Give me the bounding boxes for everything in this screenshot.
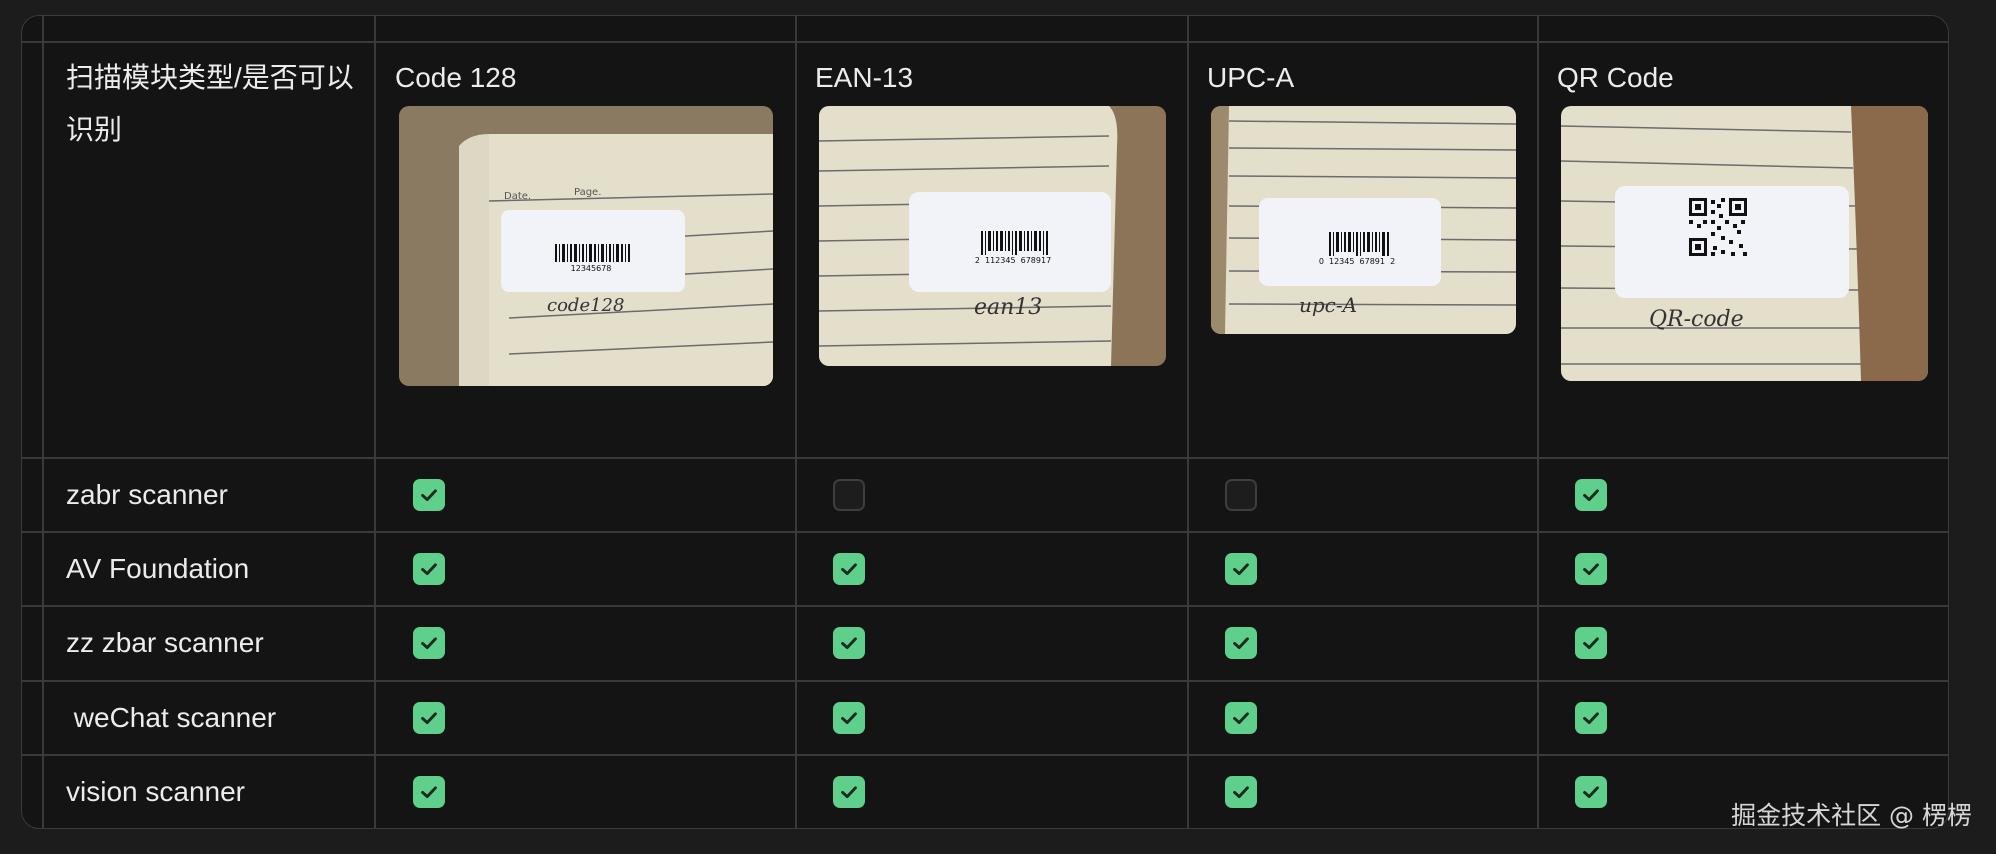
checkbox-upca[interactable]: [1225, 627, 1257, 659]
checkbox-code128[interactable]: [413, 553, 445, 585]
checkbox-qrcode[interactable]: [1575, 553, 1607, 585]
column-header-code128: Code 128: [395, 62, 517, 93]
grid-line: [374, 16, 376, 828]
checkbox-qrcode[interactable]: [1575, 479, 1607, 511]
code128-sample-photo: Date. Page. 12345678 code128: [399, 106, 773, 386]
checkbox-code128[interactable]: [413, 479, 445, 511]
row-label: vision scanner: [66, 776, 245, 807]
checkmark-icon: [418, 484, 440, 506]
ean13-handwriting: ean13: [974, 295, 1042, 320]
grid-line: [22, 680, 1948, 682]
corner-header: 扫描模块类型/是否可以识别: [66, 62, 354, 145]
code128-digits: 12345678: [571, 264, 612, 273]
checkmark-icon: [1230, 558, 1252, 580]
watermark: 掘金技术社区 @ 楞楞: [1731, 801, 1972, 830]
checkbox-code128[interactable]: [413, 702, 445, 734]
checkbox-qrcode[interactable]: [1575, 627, 1607, 659]
checkbox-code128[interactable]: [413, 627, 445, 659]
checkbox-qrcode[interactable]: [1575, 702, 1607, 734]
checkmark-icon: [1230, 632, 1252, 654]
checkmark-icon: [838, 558, 860, 580]
grid-line: [795, 16, 797, 828]
upca-digits: 0 12345 67891 2: [1319, 257, 1395, 266]
grid-line: [1537, 16, 1539, 828]
checkbox-ean13[interactable]: [833, 702, 865, 734]
checkmark-icon: [1580, 484, 1602, 506]
checkmark-icon: [1580, 781, 1602, 803]
checkmark-icon: [418, 707, 440, 729]
row-label: zz zbar scanner: [66, 627, 264, 658]
checkbox-ean13[interactable]: [833, 479, 865, 511]
grid-line: [42, 16, 44, 828]
row-label: weChat scanner: [66, 702, 277, 733]
checkbox-code128[interactable]: [413, 776, 445, 808]
checkmark-icon: [1580, 707, 1602, 729]
checkmark-icon: [1580, 632, 1602, 654]
checkbox-upca[interactable]: [1225, 479, 1257, 511]
checkbox-ean13[interactable]: [833, 627, 865, 659]
grid-line: [22, 457, 1948, 459]
column-header-qrcode: QR Code: [1557, 62, 1674, 93]
checkbox-ean13[interactable]: [833, 776, 865, 808]
comparison-table: 扫描模块类型/是否可以识别 Code 128 EAN-13 UPC-A QR C…: [21, 15, 1949, 829]
code128-handwriting: code128: [547, 295, 624, 316]
checkmark-icon: [1230, 707, 1252, 729]
upca-handwriting: upc-A: [1299, 293, 1357, 317]
qrcode-sample-photo: QR-code: [1561, 106, 1928, 381]
ean13-digits: 2 112345 678917: [975, 256, 1051, 265]
checkmark-icon: [418, 558, 440, 580]
photo-date-label: Date.: [504, 191, 531, 202]
grid-line: [22, 605, 1948, 607]
grid-line: [1187, 16, 1189, 828]
checkmark-icon: [418, 632, 440, 654]
grid-line: [22, 754, 1948, 756]
checkmark-icon: [1230, 781, 1252, 803]
ean13-sample-photo: 2 112345 678917 ean13: [819, 106, 1166, 366]
qrcode-handwriting: QR-code: [1649, 307, 1744, 332]
checkmark-icon: [418, 781, 440, 803]
checkbox-qrcode[interactable]: [1575, 776, 1607, 808]
checkmark-icon: [1580, 558, 1602, 580]
checkbox-ean13[interactable]: [833, 553, 865, 585]
column-header-upca: UPC-A: [1207, 62, 1295, 93]
grid-line: [22, 531, 1948, 533]
checkmark-icon: [838, 781, 860, 803]
checkmark-icon: [838, 707, 860, 729]
column-header-ean13: EAN-13: [815, 62, 914, 93]
checkmark-icon: [838, 632, 860, 654]
upca-sample-photo: 0 12345 67891 2 upc-A: [1211, 106, 1516, 334]
row-label: zabr scanner: [66, 479, 228, 510]
row-label: AV Foundation: [66, 553, 250, 584]
checkbox-upca[interactable]: [1225, 702, 1257, 734]
checkbox-upca[interactable]: [1225, 553, 1257, 585]
checkbox-upca[interactable]: [1225, 776, 1257, 808]
grid-line: [22, 41, 1948, 43]
photo-page-label: Page.: [574, 187, 601, 198]
